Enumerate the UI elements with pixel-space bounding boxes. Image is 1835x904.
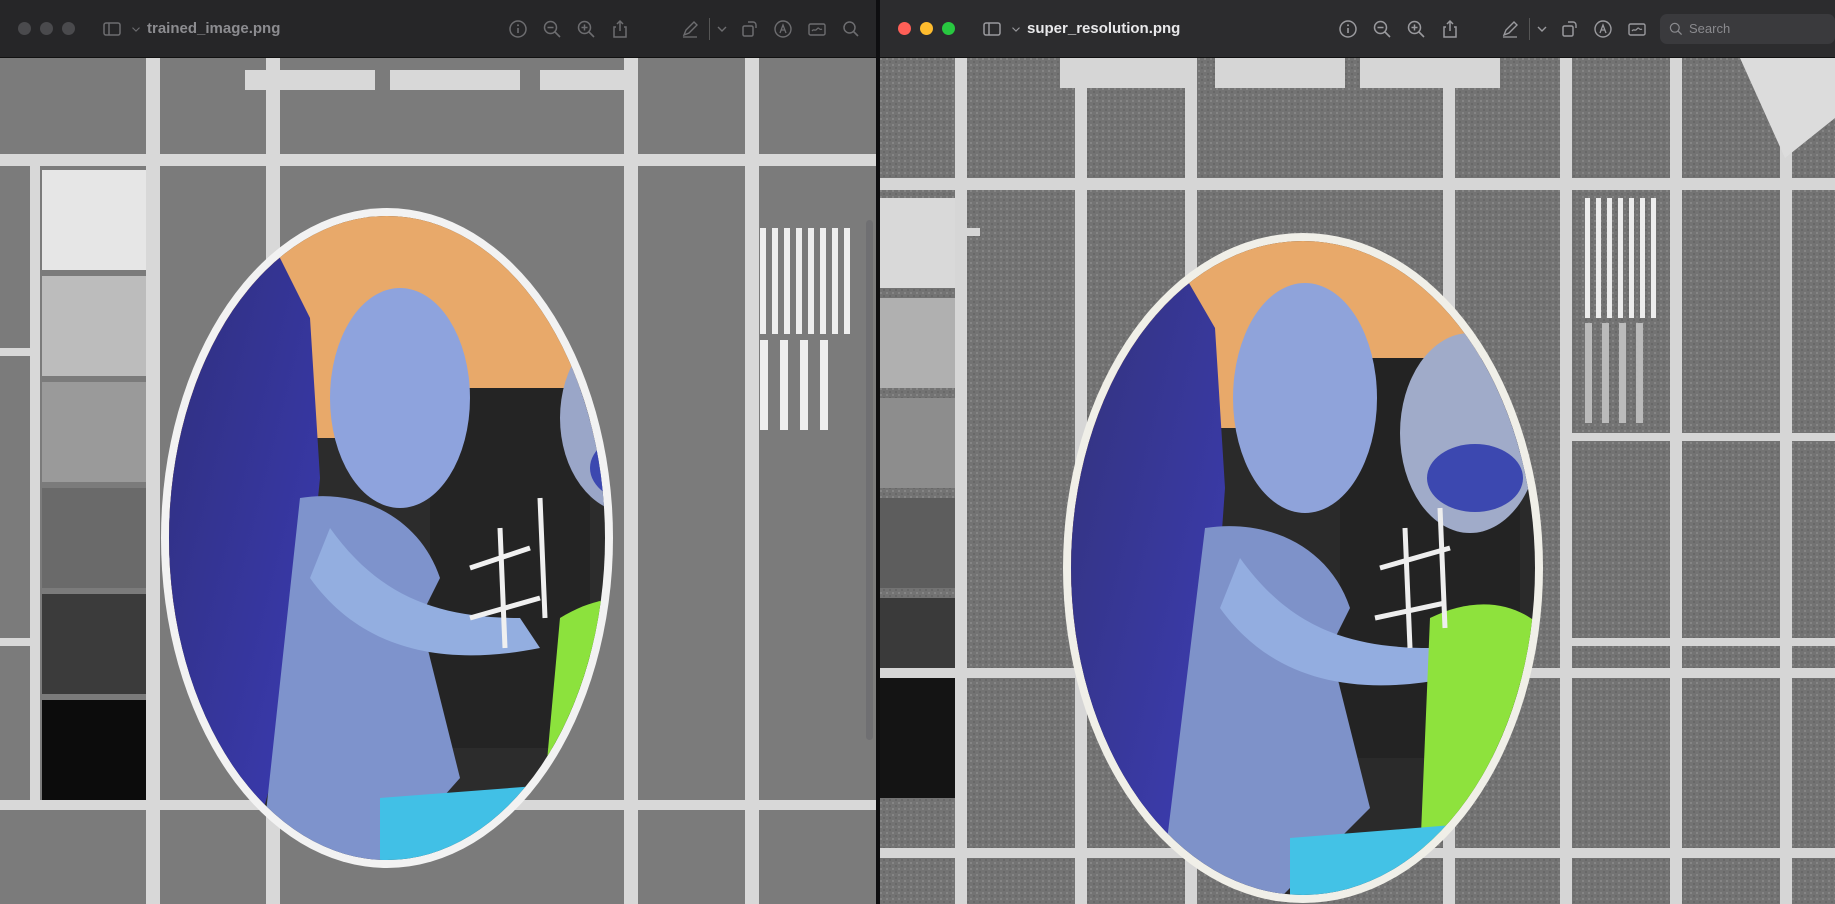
search-button[interactable]: [834, 14, 868, 44]
info-icon: [1339, 19, 1357, 38]
search-placeholder: Search: [1689, 21, 1731, 36]
annotate-icon: [1594, 19, 1612, 38]
annotate-icon: [774, 19, 792, 38]
sidebar-toggle-button[interactable]: [975, 14, 1009, 44]
markup-menu-chevron[interactable]: [1532, 14, 1552, 44]
window-title: super_resolution.png: [1027, 20, 1181, 37]
image-canvas[interactable]: [0, 58, 876, 904]
right-titlebar: super_resolution.png Search: [880, 0, 1835, 58]
vertical-scrollbar[interactable]: [866, 220, 873, 740]
info-button[interactable]: [501, 14, 535, 44]
pen-icon: [682, 20, 698, 38]
toolbar-separator: [709, 17, 710, 40]
left-preview-window: trained_image.png: [0, 0, 876, 904]
markup-menu-chevron[interactable]: [712, 14, 732, 44]
minimize-button[interactable]: [40, 22, 53, 35]
annotate-button[interactable]: [766, 14, 800, 44]
sidebar-icon: [103, 21, 121, 36]
share-button[interactable]: [603, 14, 637, 44]
sidebar-toggle-button[interactable]: [95, 14, 129, 44]
zoom-in-button[interactable]: [569, 14, 603, 44]
annotate-button[interactable]: [1586, 14, 1620, 44]
zoom-button[interactable]: [62, 22, 75, 35]
window-title: trained_image.png: [147, 20, 281, 37]
pen-icon: [1502, 20, 1518, 38]
sidebar-icon: [983, 21, 1001, 36]
search-field[interactable]: Search: [1660, 13, 1835, 44]
rotate-button[interactable]: [1552, 14, 1586, 44]
toolbar-separator: [1529, 17, 1530, 40]
info-button[interactable]: [1331, 14, 1365, 44]
info-icon: [509, 19, 527, 38]
zoom-out-button[interactable]: [1365, 14, 1399, 44]
share-icon: [613, 19, 627, 38]
markup-button[interactable]: [673, 14, 707, 44]
rotate-icon: [742, 20, 757, 37]
share-button[interactable]: [1433, 14, 1467, 44]
window-controls: [898, 22, 955, 35]
zoom-out-icon: [1373, 20, 1391, 38]
share-icon: [1443, 19, 1457, 38]
search-icon: [843, 20, 859, 37]
zoom-out-icon: [543, 20, 561, 38]
chevron-down-icon[interactable]: [129, 14, 143, 44]
super-resolution-image: [880, 58, 1835, 904]
trained-image: [0, 58, 876, 904]
signature-icon: [1628, 22, 1646, 36]
zoom-out-button[interactable]: [535, 14, 569, 44]
zoom-in-icon: [577, 20, 595, 38]
minimize-button[interactable]: [920, 22, 933, 35]
chevron-down-icon[interactable]: [1009, 14, 1023, 44]
sign-button[interactable]: [800, 14, 834, 44]
zoom-button[interactable]: [942, 22, 955, 35]
rotate-button[interactable]: [732, 14, 766, 44]
sign-button[interactable]: [1620, 14, 1654, 44]
markup-button[interactable]: [1493, 14, 1527, 44]
window-controls: [18, 22, 75, 35]
zoom-in-button[interactable]: [1399, 14, 1433, 44]
left-titlebar: trained_image.png: [0, 0, 876, 58]
close-button[interactable]: [898, 22, 911, 35]
image-canvas[interactable]: [880, 58, 1835, 904]
search-icon: [1669, 22, 1683, 35]
rotate-icon: [1562, 20, 1577, 37]
close-button[interactable]: [18, 22, 31, 35]
signature-icon: [808, 22, 826, 36]
right-preview-window: super_resolution.png Search: [880, 0, 1835, 904]
zoom-in-icon: [1407, 20, 1425, 38]
